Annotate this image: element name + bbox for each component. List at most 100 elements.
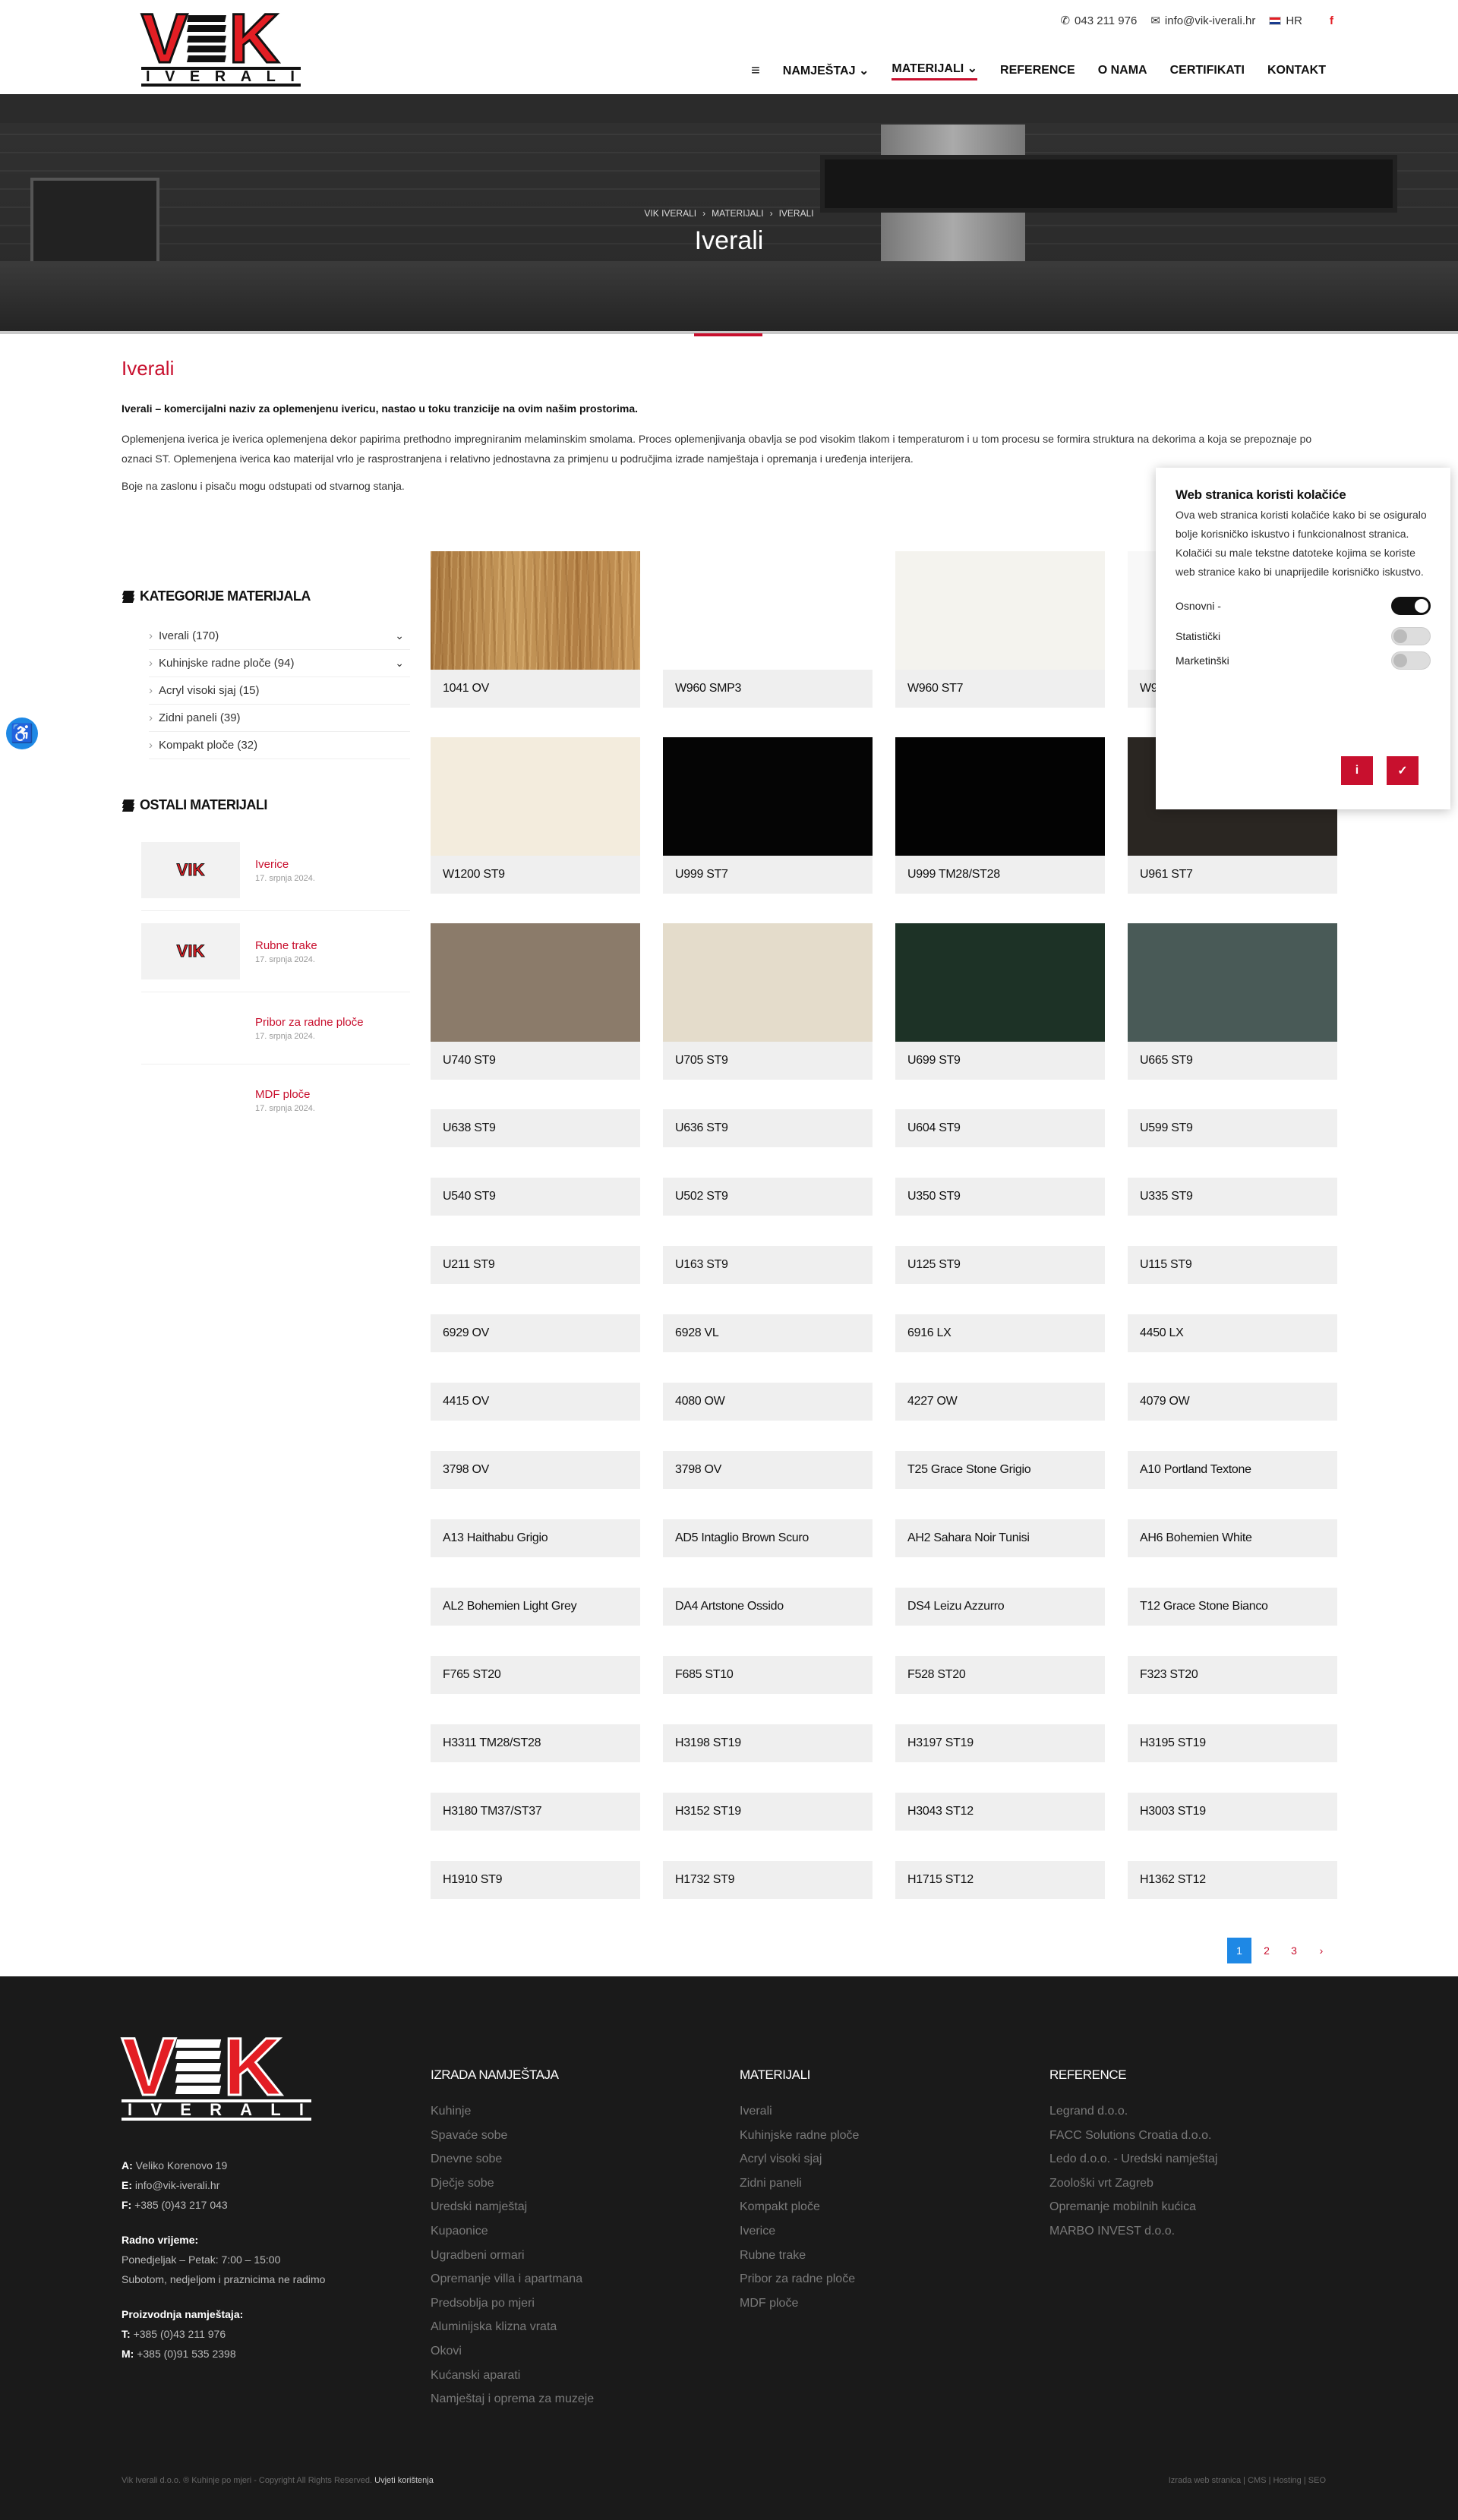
toggle-marketinski[interactable] [1391, 651, 1431, 670]
material-code[interactable]: H3311 TM28/ST28 [431, 1724, 640, 1762]
material-card[interactable]: W960 ST7 [895, 551, 1105, 708]
material-card[interactable]: U636 ST9 [663, 1109, 873, 1147]
material-code[interactable]: H3197 ST19 [895, 1724, 1105, 1762]
material-code[interactable]: U163 ST9 [663, 1246, 873, 1284]
material-code[interactable]: 6916 LX [895, 1314, 1105, 1352]
post-thumbnail[interactable]: VIK [141, 842, 240, 898]
material-card[interactable]: 4415 OV [431, 1383, 640, 1421]
material-code[interactable]: U999 TM28/ST28 [895, 856, 1105, 894]
footer-email-link[interactable]: info@vik-iverali.hr [135, 2179, 219, 2191]
material-card[interactable]: H1910 ST9 [431, 1861, 640, 1899]
material-code[interactable]: U699 ST9 [895, 1042, 1105, 1080]
material-card[interactable]: DA4 Artstone Ossido [663, 1588, 873, 1626]
footer-link[interactable]: Iverice [740, 2219, 967, 2244]
material-swatch[interactable] [1128, 923, 1337, 1042]
material-card[interactable]: H3198 ST19 [663, 1724, 873, 1762]
nav-item-o-nama[interactable]: O NAMA [1098, 64, 1147, 77]
footer-link[interactable]: Kuhinjske radne ploče [740, 2124, 967, 2148]
accessibility-icon[interactable]: ♿ [6, 718, 38, 749]
material-code[interactable]: U961 ST7 [1128, 856, 1337, 894]
material-code[interactable]: U350 ST9 [895, 1178, 1105, 1216]
material-code[interactable]: F528 ST20 [895, 1656, 1105, 1694]
material-swatch[interactable] [895, 551, 1105, 670]
cookie-accept-button[interactable]: ✓ [1387, 756, 1419, 785]
footer-mobile-link[interactable]: +385 (0)91 535 2398 [137, 2348, 235, 2360]
post-item[interactable]: VIK Rubne trake 17. srpnja 2024. [141, 911, 410, 992]
page-3-button[interactable]: 3 [1282, 1938, 1306, 1963]
material-card[interactable]: U163 ST9 [663, 1246, 873, 1284]
material-card[interactable]: T12 Grace Stone Bianco [1128, 1588, 1337, 1626]
phone-link[interactable]: ✆ 043 211 976 [1060, 14, 1137, 28]
material-swatch[interactable] [431, 551, 640, 670]
material-code[interactable]: 4227 OW [895, 1383, 1105, 1421]
email-link[interactable]: ✉ info@vik-iverali.hr [1150, 14, 1255, 28]
material-code[interactable]: H3152 ST19 [663, 1793, 873, 1831]
footer-link[interactable]: Okovi [431, 2339, 658, 2364]
footer-link[interactable]: Ugradbeni ormari [431, 2244, 658, 2268]
material-card[interactable]: AL2 Bohemien Light Grey [431, 1588, 640, 1626]
post-title[interactable]: Rubne trake [255, 939, 317, 952]
footer-link[interactable]: Aluminijska klizna vrata [431, 2315, 658, 2339]
category-item-acryl[interactable]: Acryl visoki sjaj (15) [149, 677, 410, 705]
material-card[interactable]: U540 ST9 [431, 1178, 640, 1216]
material-card[interactable]: U638 ST9 [431, 1109, 640, 1147]
toggle-osnovni[interactable] [1391, 597, 1431, 615]
material-card[interactable]: U599 ST9 [1128, 1109, 1337, 1147]
material-card[interactable]: U125 ST9 [895, 1246, 1105, 1284]
material-card[interactable]: 3798 OV [663, 1451, 873, 1489]
material-card[interactable]: U705 ST9 [663, 923, 873, 1080]
nav-item-certifikati[interactable]: CERTIFIKATI [1170, 64, 1245, 77]
material-code[interactable]: DS4 Leizu Azzurro [895, 1588, 1105, 1626]
post-title[interactable]: Pribor za radne ploče [255, 1016, 364, 1029]
material-card[interactable]: 4080 OW [663, 1383, 873, 1421]
category-item-kompakt-ploce[interactable]: Kompakt ploče (32) [149, 732, 410, 759]
material-card[interactable]: 4227 OW [895, 1383, 1105, 1421]
material-code[interactable]: F685 ST10 [663, 1656, 873, 1694]
page-1-button[interactable]: 1 [1227, 1938, 1251, 1963]
material-code[interactable]: U999 ST7 [663, 856, 873, 894]
footer-link[interactable]: Ledo d.o.o. - Uredski namještaj [1049, 2147, 1277, 2171]
toggle-statisticki[interactable] [1391, 627, 1431, 645]
footer-link[interactable]: Uredski namještaj [431, 2195, 658, 2219]
material-code[interactable]: 1041 OV [431, 670, 640, 708]
material-swatch[interactable] [431, 923, 640, 1042]
material-card[interactable]: 6929 OV [431, 1314, 640, 1352]
terms-link[interactable]: Uvjeti korištenja [374, 2476, 434, 2485]
site-logo[interactable]: V K IVERALI [140, 3, 301, 87]
material-code[interactable]: T12 Grace Stone Bianco [1128, 1588, 1337, 1626]
material-code[interactable]: AH6 Bohemien White [1128, 1519, 1337, 1557]
footer-link[interactable]: Rubne trake [740, 2244, 967, 2268]
nav-item-namjestaj[interactable]: NAMJEŠTAJ ⌄ [783, 63, 869, 78]
footer-phone-link[interactable]: +385 (0)43 211 976 [134, 2328, 226, 2340]
material-code[interactable]: U604 ST9 [895, 1109, 1105, 1147]
post-title[interactable]: Iverice [255, 858, 315, 871]
footer-link[interactable]: Kupaonice [431, 2219, 658, 2244]
footer-link[interactable]: Kućanski aparati [431, 2364, 658, 2388]
material-card[interactable]: AD5 Intaglio Brown Scuro [663, 1519, 873, 1557]
material-card[interactable]: 1041 OV [431, 551, 640, 708]
material-code[interactable]: AH2 Sahara Noir Tunisi [895, 1519, 1105, 1557]
material-swatch[interactable] [895, 923, 1105, 1042]
material-swatch[interactable] [663, 551, 873, 670]
material-card[interactable]: U350 ST9 [895, 1178, 1105, 1216]
footer-link[interactable]: Kuhinje [431, 2099, 658, 2124]
material-code[interactable]: U705 ST9 [663, 1042, 873, 1080]
material-code[interactable]: H3180 TM37/ST37 [431, 1793, 640, 1831]
material-card[interactable]: AH2 Sahara Noir Tunisi [895, 1519, 1105, 1557]
material-code[interactable]: T25 Grace Stone Grigio [895, 1451, 1105, 1489]
material-code[interactable]: 4415 OV [431, 1383, 640, 1421]
breadcrumb-home[interactable]: VIK IVERALI [644, 208, 696, 219]
material-code[interactable]: H3195 ST19 [1128, 1724, 1337, 1762]
nav-item-materijali[interactable]: MATERIJALI ⌄ [892, 61, 978, 80]
material-card[interactable]: H3197 ST19 [895, 1724, 1105, 1762]
material-swatch[interactable] [895, 737, 1105, 856]
material-card[interactable]: H1362 ST12 [1128, 1861, 1337, 1899]
material-card[interactable]: F765 ST20 [431, 1656, 640, 1694]
material-card[interactable]: T25 Grace Stone Grigio [895, 1451, 1105, 1489]
material-code[interactable]: 4079 OW [1128, 1383, 1337, 1421]
material-card[interactable]: H3152 ST19 [663, 1793, 873, 1831]
material-code[interactable]: H1362 ST12 [1128, 1861, 1337, 1899]
material-card[interactable]: 4450 LX [1128, 1314, 1337, 1352]
material-card[interactable]: 6916 LX [895, 1314, 1105, 1352]
material-card[interactable]: H1715 ST12 [895, 1861, 1105, 1899]
